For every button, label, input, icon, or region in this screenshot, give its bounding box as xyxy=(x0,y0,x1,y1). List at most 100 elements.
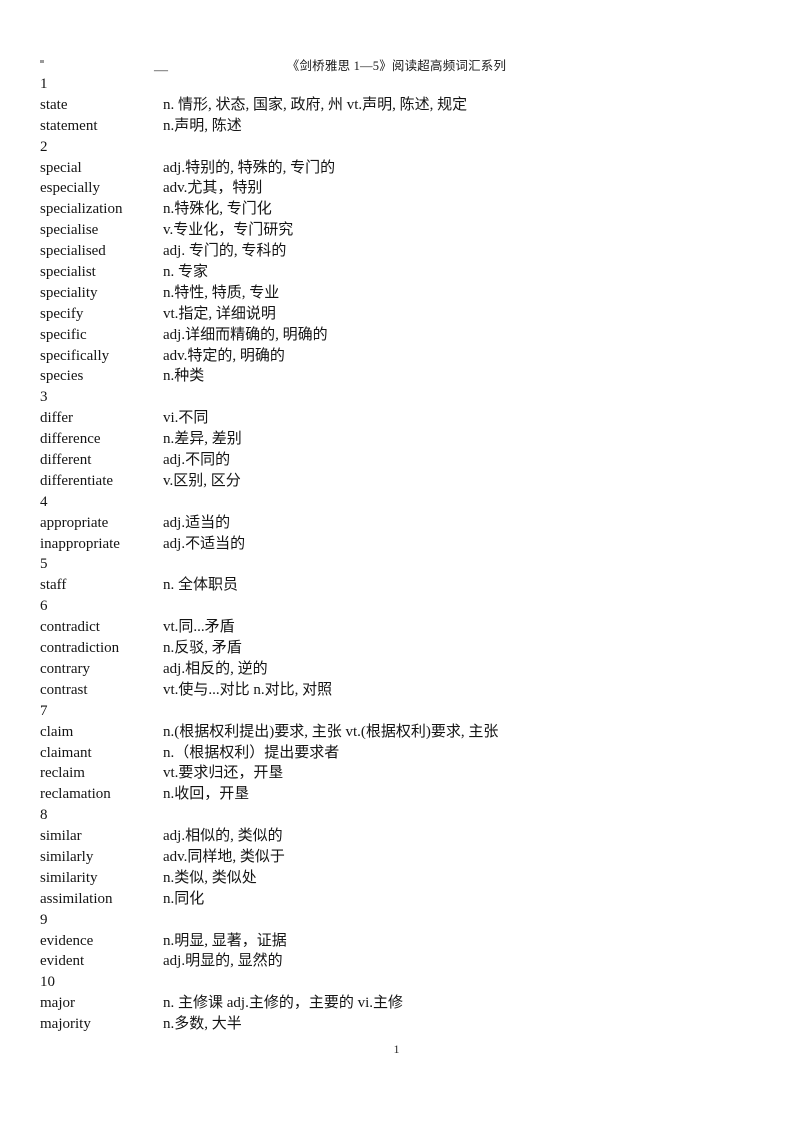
group-number: 9 xyxy=(40,911,48,928)
vocabulary-row: contradiction n.反驳, 矛盾 xyxy=(40,638,760,659)
vocabulary-row: major n. 主修课 adj.主修的，主要的 vi.主修 xyxy=(40,993,760,1014)
vocabulary-term: inappropriate xyxy=(40,535,120,552)
group-number: 7 xyxy=(40,702,48,719)
group-number-row: 5 xyxy=(40,554,760,575)
vocabulary-definition: adv.尤其，特别 xyxy=(163,180,263,197)
vocabulary-term: differentiate xyxy=(40,472,114,489)
vocabulary-definition: adj.明显的, 显然的 xyxy=(163,953,283,970)
vocabulary-term: specific xyxy=(40,326,87,343)
vocabulary-definition: adj.不同的 xyxy=(163,452,231,469)
vocabulary-term: especially xyxy=(40,180,100,197)
vocabulary-row: appropriate adj.适当的 xyxy=(40,513,760,534)
vocabulary-definition: n. 专家 xyxy=(163,264,209,281)
vocabulary-term: claimant xyxy=(40,744,92,761)
vocabulary-row: contrast vt.使与...对比 n.对比, 对照 xyxy=(40,680,760,701)
vocabulary-definition: adj.特别的, 特殊的, 专门的 xyxy=(163,159,336,176)
vocabulary-row: similarly adv.同样地, 类似于 xyxy=(40,847,760,868)
vocabulary-term: major xyxy=(40,995,75,1012)
vocabulary-definition: n.类似, 类似处 xyxy=(163,869,257,886)
vocabulary-term: speciality xyxy=(40,284,98,301)
vocabulary-row: contradict vt.同...矛盾 xyxy=(40,617,760,638)
vocabulary-term: contrary xyxy=(40,660,90,677)
vocabulary-term: evident xyxy=(40,953,85,970)
vocabulary-term: special xyxy=(40,159,82,176)
vocabulary-row: inappropriate adj.不适当的 xyxy=(40,534,760,555)
vocabulary-definition: n.收回，开垦 xyxy=(163,786,250,803)
vocabulary-row: staff n. 全体职员 xyxy=(40,575,760,596)
vocabulary-row: assimilation n.同化 xyxy=(40,889,760,910)
vocabulary-definition: n.特殊化, 专门化 xyxy=(163,201,272,218)
vocabulary-definition: vt.要求归还，开垦 xyxy=(163,765,284,782)
vocabulary-definition: n. 主修课 adj.主修的，主要的 vi.主修 xyxy=(163,995,403,1012)
vocabulary-term: contrast xyxy=(40,681,88,698)
vocabulary-definition: vt.同...矛盾 xyxy=(163,619,235,636)
vocabulary-definition: vi.不同 xyxy=(163,410,209,427)
group-number: 2 xyxy=(40,138,48,155)
vocabulary-row: evidence n.明显, 显著，证据 xyxy=(40,931,760,952)
group-number: 10 xyxy=(40,974,55,991)
group-number-row: 10 xyxy=(40,972,760,993)
vocabulary-term: different xyxy=(40,452,92,469)
group-number-row: 7 xyxy=(40,701,760,722)
vocabulary-row: differentiate v.区别, 区分 xyxy=(40,471,760,492)
vocabulary-term: claim xyxy=(40,723,74,740)
group-number: 8 xyxy=(40,807,48,824)
group-number-row: 6 xyxy=(40,596,760,617)
vocabulary-definition: n.（根据权利）提出要求者 xyxy=(163,744,340,761)
vocabulary-definition: n.明显, 显著，证据 xyxy=(163,932,287,949)
vocabulary-definition: v.区别, 区分 xyxy=(163,472,241,489)
vocabulary-term: staff xyxy=(40,577,67,594)
vocabulary-row: speciality n.特性, 特质, 专业 xyxy=(40,283,760,304)
vocabulary-definition: n.多数, 大半 xyxy=(163,1016,242,1033)
group-number-row: 2 xyxy=(40,137,760,158)
vocabulary-row: statement n.声明, 陈述 xyxy=(40,116,760,137)
vocabulary-term: specialise xyxy=(40,222,99,239)
group-number: 5 xyxy=(40,556,48,573)
vocabulary-definition: n.种类 xyxy=(163,368,205,385)
vocabulary-term: specialist xyxy=(40,264,96,281)
vocabulary-row: especially adv.尤其，特别 xyxy=(40,178,760,199)
vocabulary-row: reclamation n.收回，开垦 xyxy=(40,784,760,805)
vocabulary-term: reclamation xyxy=(40,786,111,803)
vocabulary-definition: adj.相似的, 类似的 xyxy=(163,828,283,845)
vocabulary-definition: n.特性, 特质, 专业 xyxy=(163,284,280,301)
vocabulary-definition: n.同化 xyxy=(163,890,205,907)
vocabulary-definition: adj.相反的, 逆的 xyxy=(163,660,268,677)
vocabulary-row: specialist n. 专家 xyxy=(40,262,760,283)
vocabulary-term: difference xyxy=(40,431,101,448)
vocabulary-row: differ vi.不同 xyxy=(40,408,760,429)
vocabulary-term: contradiction xyxy=(40,640,120,657)
vocabulary-definition: n. 全体职员 xyxy=(163,577,239,594)
group-number: 6 xyxy=(40,598,48,615)
vocabulary-row: majority n.多数, 大半 xyxy=(40,1014,760,1035)
group-number-row: 8 xyxy=(40,805,760,826)
vocabulary-definition: adj. 专门的, 专科的 xyxy=(163,243,287,260)
vocabulary-term: similarly xyxy=(40,848,94,865)
vocabulary-term: contradict xyxy=(40,619,100,636)
vocabulary-term: species xyxy=(40,368,84,385)
vocabulary-definition: vt.使与...对比 n.对比, 对照 xyxy=(163,681,333,698)
vocabulary-term: specialised xyxy=(40,243,106,260)
group-number-row: 1 xyxy=(40,74,760,95)
group-number: 4 xyxy=(40,493,48,510)
vocabulary-definition: adv.同样地, 类似于 xyxy=(163,848,285,865)
vocabulary-term: reclaim xyxy=(40,765,85,782)
vocabulary-row: reclaim vt.要求归还，开垦 xyxy=(40,763,760,784)
vocabulary-term: specifically xyxy=(40,347,110,364)
vocabulary-term: state xyxy=(40,96,68,113)
vocabulary-definition: n. 情形, 状态, 国家, 政府, 州 vt.声明, 陈述, 规定 xyxy=(163,96,468,113)
vocabulary-term: evidence xyxy=(40,932,94,949)
vocabulary-list: 1 state n. 情形, 状态, 国家, 政府, 州 vt.声明, 陈述, 规定… xyxy=(40,74,760,1035)
vocabulary-term: similar xyxy=(40,828,82,845)
vocabulary-row: difference n.差异, 差别 xyxy=(40,429,760,450)
vocabulary-row: different adj.不同的 xyxy=(40,450,760,471)
vocabulary-term: appropriate xyxy=(40,514,109,531)
vocabulary-definition: n.(根据权利提出)要求, 主张 vt.(根据权利)要求, 主张 xyxy=(163,723,499,740)
vocabulary-row: contrary adj.相反的, 逆的 xyxy=(40,659,760,680)
vocabulary-definition: adj.详细而精确的, 明确的 xyxy=(163,326,328,343)
vocabulary-definition: adj.不适当的 xyxy=(163,535,246,552)
vocabulary-term: similarity xyxy=(40,869,98,886)
vocabulary-definition: adj.适当的 xyxy=(163,514,231,531)
vocabulary-row: similar adj.相似的, 类似的 xyxy=(40,826,760,847)
page-number: 1 xyxy=(393,1042,400,1056)
